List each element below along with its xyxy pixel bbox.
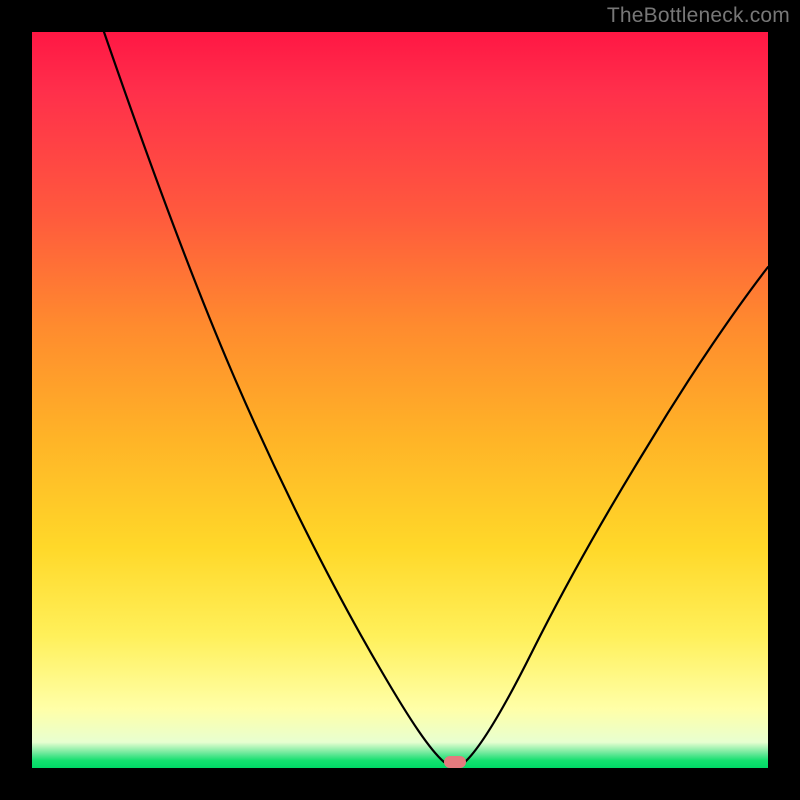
bottleneck-curve: [104, 32, 768, 762]
chart-svg: [32, 32, 768, 768]
optimal-marker: [444, 756, 466, 768]
chart-frame: TheBottleneck.com: [0, 0, 800, 800]
plot-area: [32, 32, 768, 768]
watermark-text: TheBottleneck.com: [607, 4, 790, 28]
